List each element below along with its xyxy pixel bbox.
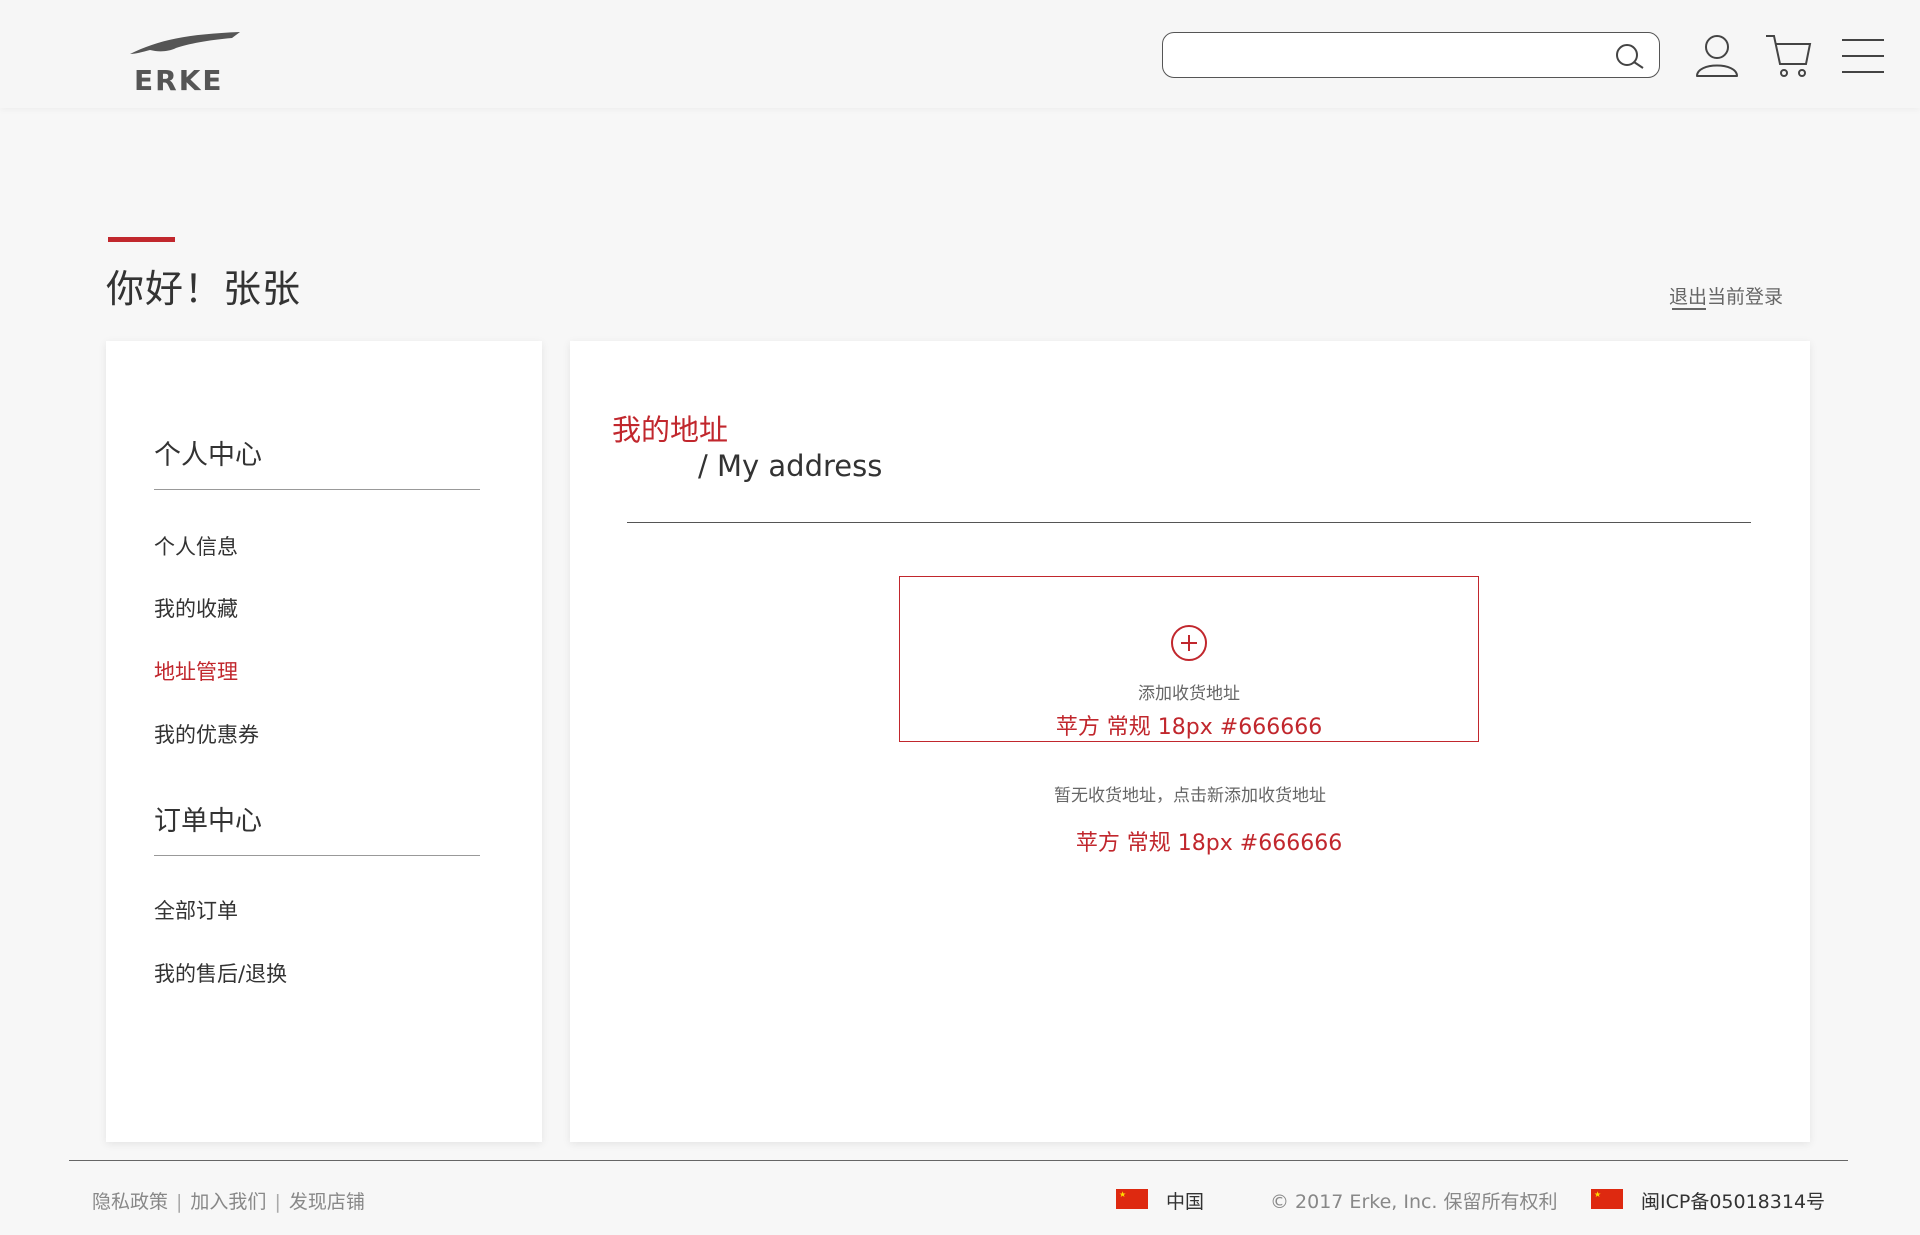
sidebar-item-favorites[interactable]: 我的收藏 [154,593,238,623]
page-greeting: 你好！张张 [106,267,302,311]
footer-divider [69,1160,1848,1161]
cart-icon[interactable] [1764,32,1814,80]
search-input[interactable] [1181,41,1585,71]
panel-title-en: / My address [698,449,883,483]
china-flag-icon: ★ [1116,1189,1148,1209]
sidebar-item-profile[interactable]: 个人信息 [154,531,238,561]
panel-title-cn: 我的地址 [612,413,729,447]
design-spec-note: 苹方 常规 18px #666666 [1055,715,1323,740]
panel-divider [627,522,1751,523]
sidebar-item-coupons[interactable]: 我的优惠券 [154,719,259,749]
footer-links: 隐私政策 | 加入我们 | 发现店铺 [92,1187,365,1214]
user-icon[interactable] [1692,30,1742,80]
sidebar-divider [154,855,480,856]
empty-state-text: 暂无收货地址，点击新添加收货地址 [1054,786,1326,806]
footer-link-stores[interactable]: 发现店铺 [289,1187,365,1214]
icp-license-text: 闽ICP备05018314号 [1641,1191,1826,1213]
footer-link-join[interactable]: 加入我们 [190,1187,266,1214]
design-spec-note: 苹方 常规 18px #666666 [1075,831,1343,856]
erke-swoosh-icon [130,32,240,54]
add-address-button[interactable]: 添加收货地址 苹方 常规 18px #666666 [899,576,1479,742]
china-flag-icon: ★ [1591,1189,1623,1209]
sidebar-item-all-orders[interactable]: 全部订单 [154,895,238,925]
region-selector[interactable]: 中国 [1166,1187,1204,1214]
sidebar-section-title-personal: 个人中心 [154,440,262,471]
footer-link-privacy[interactable]: 隐私政策 [92,1187,168,1214]
logout-underline [1672,308,1706,310]
logo-text: ERKE [134,64,224,97]
search-box[interactable] [1162,32,1660,78]
add-address-label: 添加收货地址 [1138,684,1240,704]
sidebar-item-address[interactable]: 地址管理 [154,656,238,686]
erke-logo[interactable]: ERKE [128,30,244,97]
footer-link-separator: | [176,1191,183,1213]
top-header: ERKE [0,0,1920,108]
plus-circle-icon [1171,625,1207,661]
search-icon[interactable] [1613,42,1645,70]
sidebar-divider [154,489,480,490]
sidebar-item-after-sales[interactable]: 我的售后/退换 [154,958,287,988]
greeting-accent-bar [108,237,175,242]
footer-link-separator: | [274,1191,281,1213]
menu-icon[interactable] [1842,36,1884,76]
logout-link[interactable]: 退出当前登录 [1669,282,1783,309]
sidebar-section-title-orders: 订单中心 [154,806,262,837]
address-panel: 我的地址 / My address 添加收货地址 苹方 常规 18px #666… [570,341,1810,1142]
copyright-text: © 2017 Erke, Inc. 保留所有权利 [1270,1191,1558,1213]
account-sidebar: 个人中心 个人信息 我的收藏 地址管理 我的优惠券 订单中心 全部订单 我的售后… [106,341,542,1142]
